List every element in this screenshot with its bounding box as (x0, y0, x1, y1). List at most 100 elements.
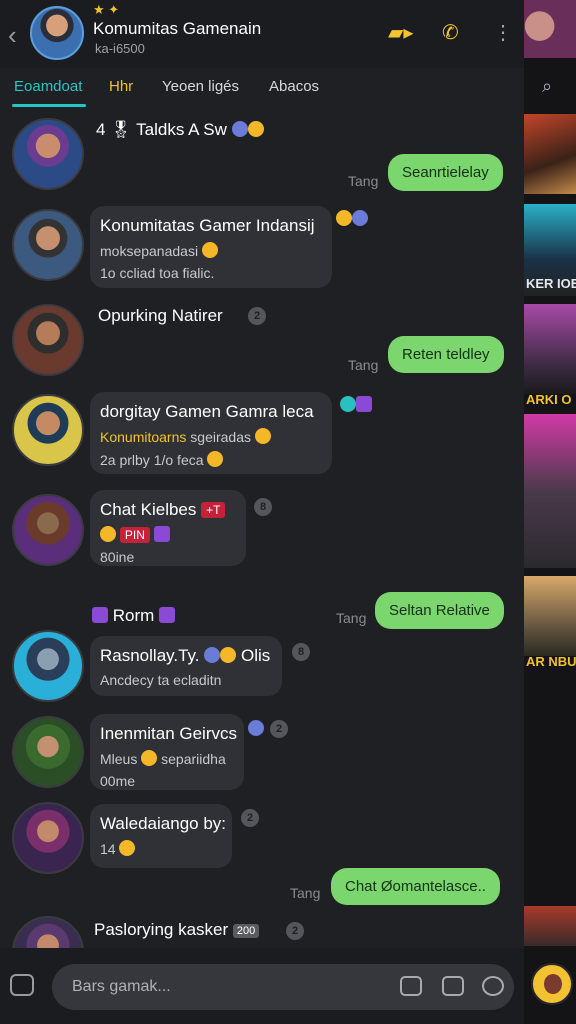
sender-name-text: Rasnollay.Ty. (100, 646, 200, 665)
side-thumbnail[interactable] (524, 576, 576, 656)
side-avatar[interactable] (524, 0, 576, 58)
sticker-icon[interactable] (442, 976, 464, 996)
emoji-icon (92, 607, 108, 623)
side-thumbnail[interactable] (524, 304, 576, 394)
avatar[interactable] (12, 916, 84, 948)
count-badge: 2 (241, 809, 259, 827)
timestamp: Tang (336, 610, 367, 626)
message-line: moksepanadasi (100, 243, 199, 259)
chevron-left-icon[interactable]: ‹ (8, 20, 17, 51)
outgoing-message[interactable]: Chat Øomantelasce.. (331, 868, 500, 905)
phone-icon[interactable]: ✆ (442, 20, 459, 45)
emoji-icon (119, 840, 136, 856)
more-vertical-icon[interactable]: ⋮ (493, 20, 513, 45)
side-thumbnail[interactable] (524, 906, 576, 946)
incoming-message[interactable]: Waledaiango by: 14 (90, 804, 232, 868)
message-text: 1o ccliad toa fialic. (100, 265, 215, 281)
incoming-message[interactable]: Rasnollay.Ty. Olis Ancdecy ta ecladitn (90, 636, 282, 696)
emoji-icon (207, 451, 224, 467)
incoming-message[interactable]: Konumitatas Gamer Indansij moksepanadasi… (90, 206, 332, 288)
group-avatar[interactable] (30, 6, 84, 60)
incoming-message[interactable]: dorgitay Gamen Gamra leca Konumitoarns s… (90, 392, 332, 474)
avatar (544, 974, 562, 994)
count-badge: 8 (292, 643, 310, 661)
emoji-icon (340, 396, 356, 412)
tab-eoamdoat[interactable]: Eoamdoat (14, 78, 82, 95)
outgoing-message[interactable]: Reten teldley (388, 336, 504, 373)
sender-name: Konumitatas Gamer Indansij (100, 216, 315, 235)
sender-name-suffix: Olis (241, 646, 271, 665)
stars-decoration: ★ ✦ (93, 2, 120, 17)
message-line: Konumitoarns (100, 429, 187, 445)
side-label: AR NBU (526, 654, 576, 669)
side-label: KER IOE (526, 276, 576, 291)
side-thumbnail[interactable] (524, 414, 576, 568)
tab-hhr[interactable]: Hhr (109, 78, 133, 95)
profile-button[interactable] (531, 963, 573, 1005)
emoji-icon (159, 607, 176, 623)
timestamp: Tang (348, 357, 379, 373)
message-line: sgeiradas (190, 429, 251, 445)
message-text: PIN (100, 526, 236, 543)
count-badge: 2 (270, 720, 288, 738)
incoming-message[interactable]: Inenmitan Geirvcs Mleus separiidha 00me (90, 714, 244, 790)
message-text: Ancdecy ta ecladitn (100, 672, 222, 688)
tag-label: 200 (232, 924, 260, 938)
composer-bar (0, 948, 524, 1024)
sender-name: Rorm (92, 606, 176, 626)
avatar[interactable] (12, 716, 84, 788)
message-text: 80ine (100, 549, 135, 565)
emoji-icon (141, 750, 158, 766)
camera-icon[interactable] (10, 974, 34, 996)
message-line: 2a prlby 1/o feca (100, 452, 204, 468)
emoji-icon (356, 396, 372, 412)
reaction-icons (248, 720, 264, 739)
outgoing-message[interactable]: Seltan Relative (375, 592, 504, 629)
tab-bar: Eoamdoat Hhr Yeoen ligés Abacos (0, 68, 524, 108)
sender-name: Waledaiango by: (100, 814, 227, 833)
group-title[interactable]: Komumitas Gamenain (93, 19, 261, 39)
avatar[interactable] (12, 494, 84, 566)
folder-icon[interactable]: ▰▸ (388, 20, 413, 45)
chat-header: ‹ ★ ✦ Komumitas Gamenain ka-i6500 ▰▸ ✆ ⋮ (0, 0, 524, 68)
avatar[interactable] (12, 394, 84, 466)
outgoing-message[interactable]: Seanrtielelay (388, 154, 503, 191)
message-text: 2a prlby 1/o feca (100, 451, 322, 468)
avatar[interactable] (12, 630, 84, 702)
emoji-icon (248, 720, 264, 736)
emoji-icon (231, 121, 248, 137)
emoji-icon (153, 526, 170, 542)
tab-abacos[interactable]: Abacos (269, 78, 319, 95)
reaction-icons (340, 396, 372, 415)
emoji-icon[interactable] (482, 976, 504, 996)
count-badge: 2 (286, 922, 304, 940)
tab-yeoen-liges[interactable]: Yeoen ligés (162, 78, 239, 95)
sender-name: 4 🎖 Taldks A Sw (96, 120, 264, 140)
sender-name: Rasnollay.Ty. Olis (100, 646, 272, 666)
avatar[interactable] (12, 304, 84, 376)
search-icon[interactable]: ⌕ (542, 76, 552, 97)
sender-name-text: Paslorying kasker (94, 920, 229, 939)
reaction-icons (336, 210, 368, 229)
sender-name: Paslorying kasker 200 (94, 920, 260, 940)
side-thumbnail[interactable] (524, 114, 576, 194)
timestamp: Tang (348, 173, 379, 189)
sender-name: Opurking Natirer (98, 306, 223, 325)
message-text: 00me (100, 773, 136, 789)
pin-label: PIN (119, 527, 150, 543)
emoji-icon (254, 428, 271, 444)
emoji-icon (201, 242, 218, 258)
avatar[interactable] (12, 209, 84, 281)
incoming-message[interactable]: Chat Kielbes +T PIN 80ine (90, 490, 246, 566)
avatar[interactable] (12, 802, 84, 874)
emoji-icon (220, 647, 237, 663)
avatar[interactable] (12, 118, 84, 190)
camera-icon[interactable] (400, 976, 422, 996)
sender-name: Inenmitan Geirvcs (100, 724, 237, 743)
emoji-icon (247, 121, 264, 137)
count-badge: 2 (248, 307, 266, 325)
emoji-icon (336, 210, 352, 226)
message-list[interactable]: 4 🎖 Taldks A Sw Tang Seanrtielelay Konum… (0, 108, 524, 948)
sender-name: dorgitay Gamen Gamra leca (100, 402, 314, 421)
emoji-icon (352, 210, 368, 226)
